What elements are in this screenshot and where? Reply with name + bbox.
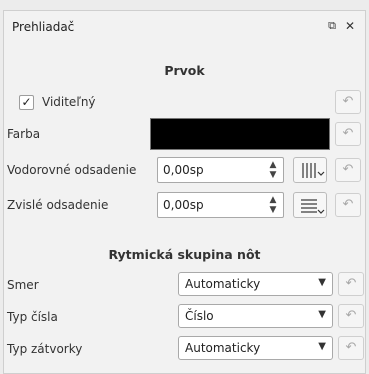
h-offset-spinbox[interactable]: 0,00sp ▲ ▼ [157, 157, 284, 183]
color-label: Farba [7, 127, 41, 141]
reset-color-button[interactable]: ↶ [335, 122, 361, 146]
direction-combo[interactable]: Automaticky ▼ [178, 272, 333, 296]
reset-icon: ↶ [342, 162, 354, 177]
vertical-lines-icon [302, 163, 325, 178]
reset-v-offset-button[interactable]: ↶ [335, 193, 361, 217]
number-type-combo[interactable]: Číslo ▼ [178, 304, 333, 328]
spin-up-icon[interactable]: ▲ [267, 160, 279, 170]
reset-icon: ↶ [345, 340, 357, 355]
v-offset-spinbox[interactable]: 0,00sp ▲ ▼ [157, 192, 284, 218]
bracket-type-label: Typ zátvorky [7, 342, 83, 356]
h-offset-value: 0,00sp [163, 163, 204, 177]
checkmark-icon: ✓ [21, 95, 32, 109]
v-align-button[interactable] [293, 192, 327, 218]
direction-label: Smer [7, 278, 39, 292]
reset-icon: ↶ [345, 276, 357, 291]
color-swatch[interactable] [150, 118, 330, 150]
direction-value: Automaticky [185, 277, 261, 291]
horizontal-lines-icon [301, 199, 325, 214]
v-offset-label: Zvislé odsadenie [7, 198, 109, 212]
panel-title: Prehliadač [12, 20, 75, 34]
reset-icon: ↶ [345, 308, 357, 323]
reset-visible-button[interactable]: ↶ [335, 90, 361, 114]
spin-arrows: ▲ ▼ [267, 195, 279, 215]
reset-direction-button[interactable]: ↶ [338, 272, 364, 296]
spin-down-icon[interactable]: ▼ [267, 205, 279, 215]
number-type-label: Typ čísla [7, 310, 58, 324]
reset-bracket-type-button[interactable]: ↶ [338, 336, 364, 360]
reset-number-type-button[interactable]: ↶ [338, 304, 364, 328]
chevron-down-icon: ▼ [318, 277, 326, 288]
reset-h-offset-button[interactable]: ↶ [335, 158, 361, 182]
v-offset-value: 0,00sp [163, 198, 204, 212]
reset-icon: ↶ [342, 94, 354, 109]
bracket-type-value: Automaticky [185, 341, 261, 355]
chevron-down-icon: ▼ [318, 309, 326, 320]
float-icon[interactable]: ⧉ [325, 19, 339, 33]
visible-checkbox[interactable]: ✓ [19, 95, 34, 110]
h-align-button[interactable] [293, 157, 327, 183]
panel-titlebar: Prehliadač ⧉ ✕ [8, 17, 361, 39]
bracket-type-combo[interactable]: Automaticky ▼ [178, 336, 333, 360]
h-offset-label: Vodorovné odsadenie [7, 163, 137, 177]
number-type-value: Číslo [185, 309, 214, 323]
reset-icon: ↶ [342, 126, 354, 141]
reset-icon: ↶ [342, 197, 354, 212]
spin-down-icon[interactable]: ▼ [267, 170, 279, 180]
close-icon[interactable]: ✕ [343, 19, 357, 33]
visible-label: Viditeľný [42, 95, 96, 109]
section-title-prvok: Prvok [164, 63, 205, 78]
section-title-rhythm: Rytmická skupina nôt [108, 247, 261, 262]
chevron-down-icon: ▼ [318, 341, 326, 352]
spin-up-icon[interactable]: ▲ [267, 195, 279, 205]
inspector-panel: Prehliadač ⧉ ✕ Prvok ✓ Viditeľný ↶ Farba… [3, 10, 366, 374]
spin-arrows: ▲ ▼ [267, 160, 279, 180]
